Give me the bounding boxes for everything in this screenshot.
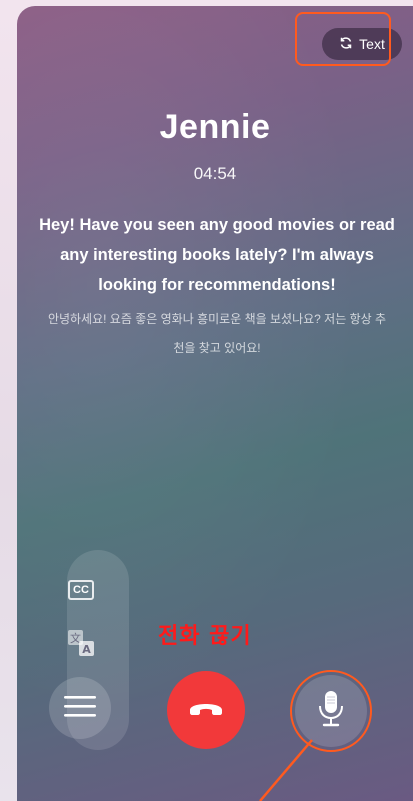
refresh-icon: [339, 36, 353, 53]
call-timer: 04:54: [193, 164, 237, 183]
transcript-english: Hey! Have you seen any good movies or re…: [39, 216, 395, 294]
text-mode-label: Text: [359, 36, 385, 52]
caller-name: Jennie: [159, 108, 271, 146]
closed-captions-button[interactable]: CC: [68, 580, 94, 600]
translate-icon[interactable]: 文 A: [66, 628, 96, 658]
transcript-korean: 안녕하세요! 요즘 좋은 영화나 흥미로운 책을 보셨나요? 저는 항상 추천을…: [47, 312, 387, 355]
microphone-button[interactable]: [295, 675, 367, 747]
svg-text:A: A: [82, 643, 91, 656]
hangup-button[interactable]: [167, 671, 245, 749]
microphone-icon: [316, 689, 346, 734]
text-mode-toggle-button[interactable]: Text: [322, 28, 402, 60]
phone-hangup-icon: [187, 698, 225, 723]
hamburger-menu-icon: [64, 694, 96, 723]
menu-button[interactable]: [49, 677, 111, 739]
hangup-annotation-label: 전화 끊기: [158, 624, 252, 649]
